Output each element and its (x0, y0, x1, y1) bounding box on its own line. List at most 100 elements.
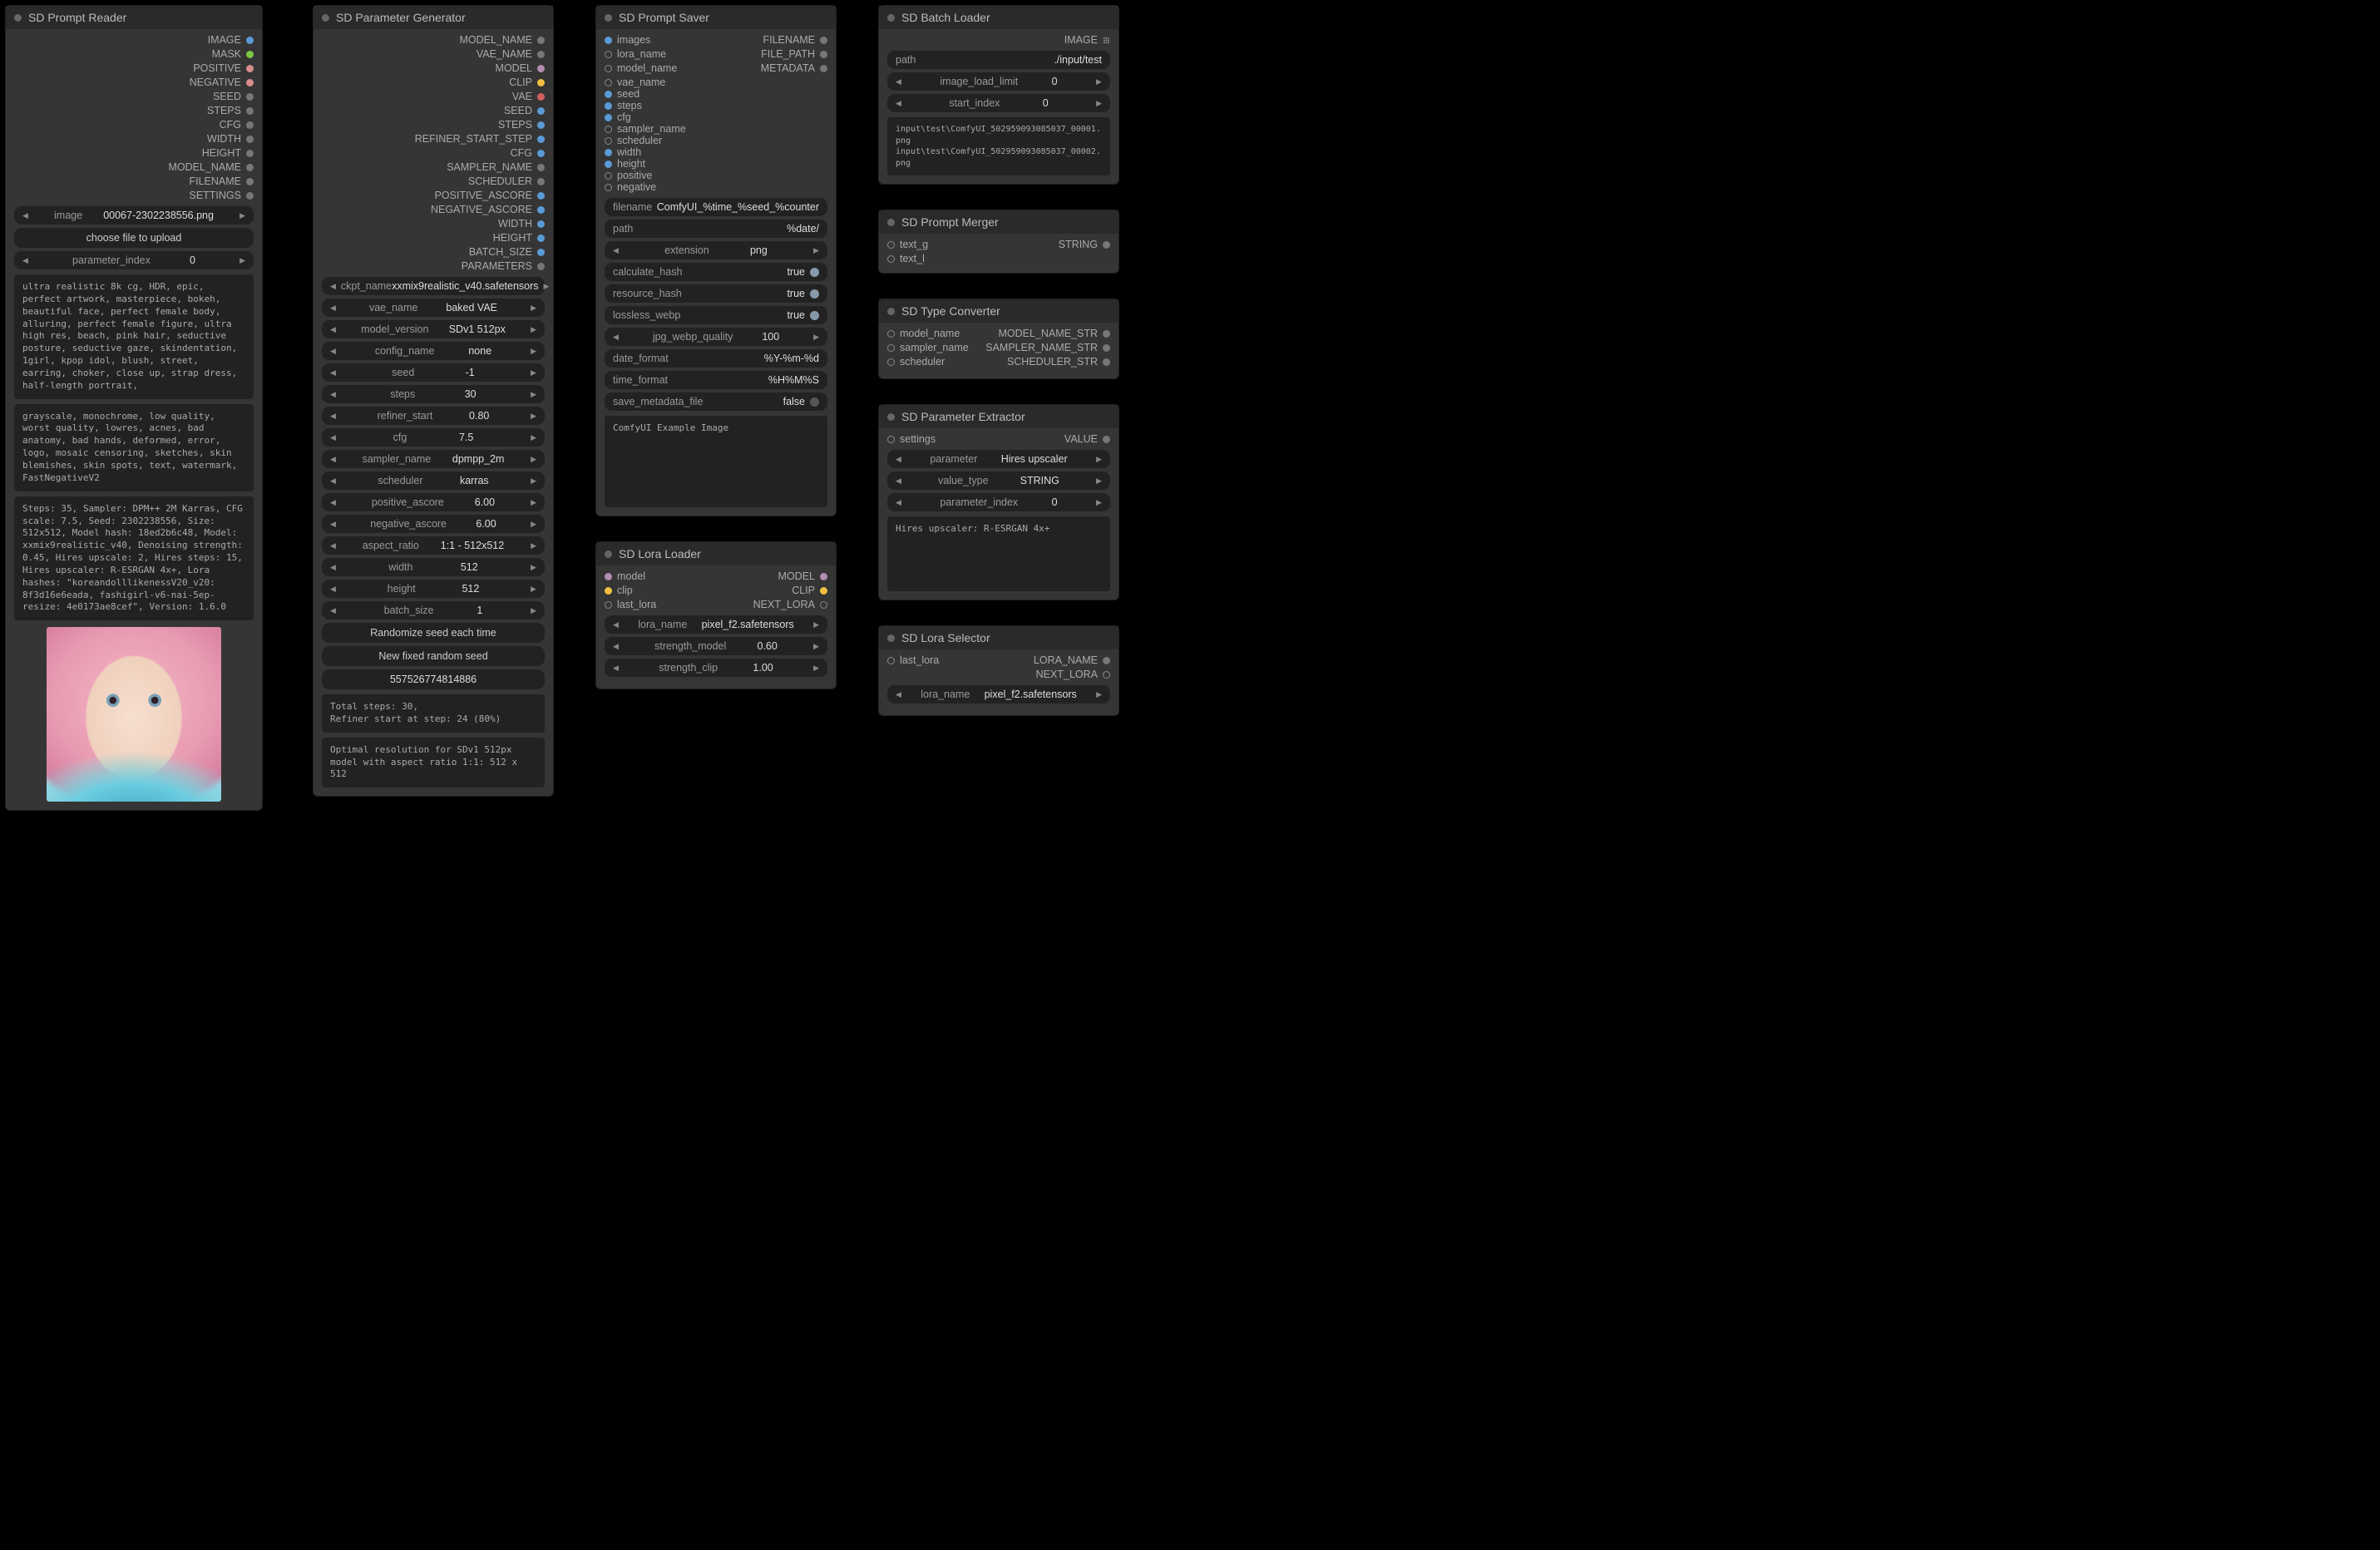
strength-clip-widget[interactable]: strength_clip1.00 (605, 659, 827, 677)
start-index-widget[interactable]: start_index0 (887, 94, 1110, 112)
negative-text[interactable]: grayscale, monochrome, low quality, wors… (14, 404, 254, 491)
in-model-name[interactable]: model_name (605, 62, 677, 74)
randomize-seed-button[interactable]: Randomize seed each time (322, 623, 545, 643)
out-scheduler-str[interactable]: SCHEDULER_STR (1007, 356, 1110, 368)
filename-widget[interactable]: filenameComfyUI_%time_%seed_%counter (605, 198, 827, 216)
out-refiner[interactable]: REFINER_START_STEP (322, 133, 545, 145)
out-next-lora[interactable]: NEXT_LORA (887, 669, 1110, 680)
param-index-widget[interactable]: parameter_index0 (887, 493, 1110, 511)
in-clip[interactable]: clip (605, 585, 633, 596)
in-scheduler[interactable]: scheduler (605, 135, 827, 146)
out-model[interactable]: MODEL (322, 62, 545, 74)
node-batch-loader[interactable]: SD Batch Loader IMAGE path./input/test i… (878, 5, 1119, 185)
in-last-lora[interactable]: last_lora (605, 599, 656, 610)
node-prompt-saver[interactable]: SD Prompt Saver imagesFILENAME lora_name… (595, 5, 837, 516)
node-prompt-reader[interactable]: SD Prompt Reader IMAGE MASK POSITIVE NEG… (5, 5, 263, 811)
out-string[interactable]: STRING (1059, 239, 1110, 250)
settings-text[interactable]: Steps: 35, Sampler: DPM++ 2M Karras, CFG… (14, 496, 254, 621)
out-seed[interactable]: SEED (14, 91, 254, 102)
resource-hash-toggle[interactable]: resource_hashtrue (605, 284, 827, 303)
in-images[interactable]: images (605, 34, 650, 46)
out-height[interactable]: HEIGHT (14, 147, 254, 159)
out-height[interactable]: HEIGHT (322, 232, 545, 244)
out-positive[interactable]: POSITIVE (14, 62, 254, 74)
in-scheduler[interactable]: scheduler (887, 356, 945, 368)
out-filepath[interactable]: FILE_PATH (761, 48, 827, 60)
node-lora-loader[interactable]: SD Lora Loader modelMODEL clipCLIP last_… (595, 541, 837, 689)
out-cfg[interactable]: CFG (322, 147, 545, 159)
pg-negative_ascore[interactable]: negative_ascore6.00 (322, 515, 545, 533)
quality-widget[interactable]: jpg_webp_quality100 (605, 328, 827, 346)
limit-widget[interactable]: image_load_limit0 (887, 72, 1110, 91)
pg-aspect_ratio[interactable]: aspect_ratio1:1 - 512x512 (322, 536, 545, 555)
pg-refiner_start[interactable]: refiner_start0.80 (322, 407, 545, 425)
in-lora-name[interactable]: lora_name (605, 48, 666, 60)
lossless-toggle[interactable]: lossless_webptrue (605, 306, 827, 324)
out-vaename[interactable]: VAE_NAME (322, 48, 545, 60)
lora-name-widget[interactable]: lora_namepixel_f2.safetensors (887, 685, 1110, 703)
calc-hash-toggle[interactable]: calculate_hashtrue (605, 263, 827, 281)
out-settings[interactable]: SETTINGS (14, 190, 254, 201)
in-height[interactable]: height (605, 158, 827, 170)
out-mask[interactable]: MASK (14, 48, 254, 60)
out-model[interactable]: MODEL (778, 570, 827, 582)
out-seed[interactable]: SEED (322, 105, 545, 116)
out-clip[interactable]: CLIP (792, 585, 827, 596)
out-batch[interactable]: BATCH_SIZE (322, 246, 545, 258)
pg-seed[interactable]: seed-1 (322, 363, 545, 382)
out-sampler[interactable]: SAMPLER_NAME (322, 161, 545, 173)
parameter-widget[interactable]: parameterHires upscaler (887, 450, 1110, 468)
strength-model-widget[interactable]: strength_model0.60 (605, 637, 827, 655)
out-metadata[interactable]: METADATA (761, 62, 827, 74)
node-param-generator[interactable]: SD Parameter Generator MODEL_NAME VAE_NA… (313, 5, 554, 797)
pg-batch_size[interactable]: batch_size1 (322, 601, 545, 620)
out-filename[interactable]: FILENAME (763, 34, 827, 46)
out-value[interactable]: VALUE (1064, 433, 1110, 445)
out-modelname[interactable]: MODEL_NAME (322, 34, 545, 46)
upload-button[interactable]: choose file to upload (14, 228, 254, 248)
pg-height[interactable]: height512 (322, 580, 545, 598)
lora-name-widget[interactable]: lora_namepixel_f2.safetensors (605, 615, 827, 634)
saver-text[interactable]: ComfyUI Example Image (605, 416, 827, 507)
out-width[interactable]: WIDTH (14, 133, 254, 145)
out-next-lora[interactable]: NEXT_LORA (753, 599, 827, 610)
in-settings[interactable]: settings (887, 433, 936, 445)
in-text-g[interactable]: text_g (887, 239, 928, 250)
extension-widget[interactable]: extensionpng (605, 241, 827, 259)
out-modelname[interactable]: MODEL_NAME (14, 161, 254, 173)
path-widget[interactable]: path./input/test (887, 51, 1110, 69)
in-positive[interactable]: positive (605, 170, 827, 181)
out-clip[interactable]: CLIP (322, 77, 545, 88)
in-model-name[interactable]: model_name (887, 328, 960, 339)
pg-ckpt_name[interactable]: ckpt_namexxmix9realistic_v40.safetensors (322, 277, 545, 295)
value-type-widget[interactable]: value_typeSTRING (887, 471, 1110, 490)
out-negative[interactable]: NEGATIVE (14, 77, 254, 88)
positive-text[interactable]: ultra realistic 8k cg, HDR, epic, perfec… (14, 274, 254, 399)
node-type-converter[interactable]: SD Type Converter model_nameMODEL_NAME_S… (878, 299, 1119, 379)
date-format-widget[interactable]: date_format%Y-%m-%d (605, 349, 827, 368)
in-width[interactable]: width (605, 146, 827, 158)
pg-steps[interactable]: steps30 (322, 385, 545, 403)
out-sampler-name-str[interactable]: SAMPLER_NAME_STR (985, 342, 1110, 353)
pg-scheduler[interactable]: schedulerkarras (322, 471, 545, 490)
node-prompt-merger[interactable]: SD Prompt Merger text_gSTRING text_l (878, 210, 1119, 274)
in-last-lora[interactable]: last_lora (887, 654, 939, 666)
out-image[interactable]: IMAGE (14, 34, 254, 46)
out-steps[interactable]: STEPS (322, 119, 545, 131)
out-neg-ascore[interactable]: NEGATIVE_ASCORE (322, 204, 545, 215)
in-sampler-name[interactable]: sampler_name (887, 342, 969, 353)
out-steps[interactable]: STEPS (14, 105, 254, 116)
out-width[interactable]: WIDTH (322, 218, 545, 230)
node-param-extractor[interactable]: SD Parameter Extractor settingsVALUE par… (878, 404, 1119, 600)
out-scheduler[interactable]: SCHEDULER (322, 175, 545, 187)
save-metadata-toggle[interactable]: save_metadata_filefalse (605, 392, 827, 411)
in-cfg[interactable]: cfg (605, 111, 827, 123)
pg-vae_name[interactable]: vae_namebaked VAE (322, 299, 545, 317)
out-filename[interactable]: FILENAME (14, 175, 254, 187)
param-index-widget[interactable]: parameter_index 0 (14, 251, 254, 269)
in-model[interactable]: model (605, 570, 645, 582)
out-params[interactable]: PARAMETERS (322, 260, 545, 272)
image-widget[interactable]: image 00067-2302238556.png (14, 206, 254, 225)
pg-cfg[interactable]: cfg7.5 (322, 428, 545, 447)
in-text-l[interactable]: text_l (887, 253, 1110, 264)
